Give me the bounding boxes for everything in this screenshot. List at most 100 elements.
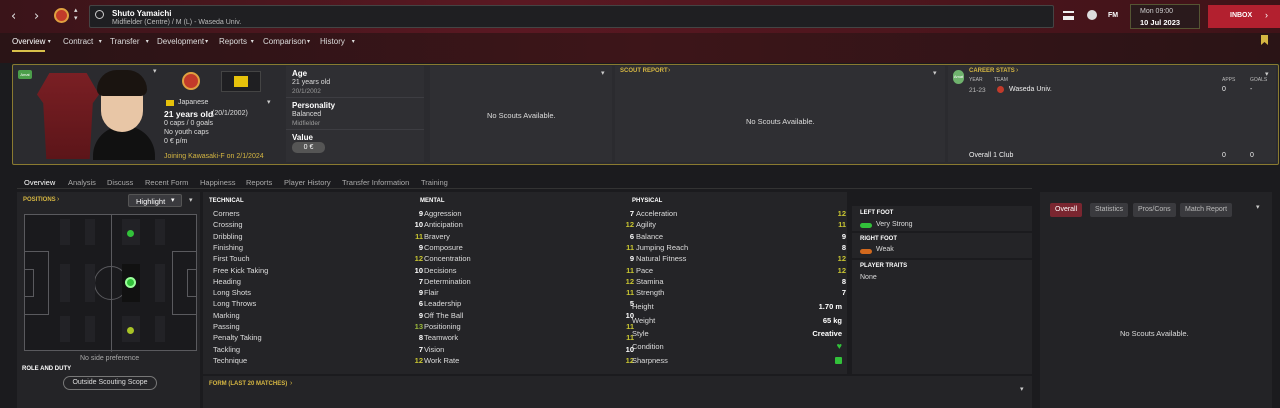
inbox-button[interactable]: INBOX ›	[1208, 5, 1280, 28]
highlight-dropdown[interactable]: Highlight ▾	[128, 194, 182, 207]
club-badge-icon[interactable]	[182, 72, 200, 90]
attr-row[interactable]: Off The Ball 10	[424, 311, 634, 322]
attr-row[interactable]: Decisions 11	[424, 266, 634, 277]
attr-row[interactable]: Agility 11	[636, 220, 846, 231]
attr-value: 11	[626, 265, 634, 275]
club-crest-icon[interactable]	[54, 8, 69, 23]
chevron-down-icon[interactable]: ▾	[267, 98, 271, 106]
outside-scope-button[interactable]: Outside Scouting Scope	[63, 376, 157, 390]
forward-icon[interactable]: ›	[34, 9, 39, 24]
future-club-badge-icon[interactable]	[221, 71, 261, 92]
attr-row[interactable]: Aggression 7	[424, 209, 634, 220]
chevron-right-icon: ›	[668, 67, 671, 74]
subtab-player-history[interactable]: Player History	[284, 178, 331, 187]
attr-row[interactable]: Stamina 8	[636, 277, 846, 288]
tab-overview[interactable]: Overview	[12, 37, 46, 52]
attr-row[interactable]: Bravery 6	[424, 232, 634, 243]
tab-pros-cons[interactable]: Pros/Cons	[1133, 203, 1176, 217]
col-year: YEAR	[969, 77, 983, 83]
attr-row[interactable]: Tackling 7	[213, 345, 423, 356]
chevron-down-icon[interactable]: ▾	[153, 67, 157, 75]
tab-reports[interactable]: Reports	[219, 37, 247, 46]
value-pill[interactable]: 0 €	[292, 142, 325, 153]
position-right-mid-dot[interactable]	[127, 327, 134, 334]
attr-row[interactable]: Corners 9	[213, 209, 423, 220]
chevron-down-icon[interactable]: ▾	[1256, 203, 1260, 211]
attr-row[interactable]: Acceleration 12	[636, 209, 846, 220]
fm-logo[interactable]: FM	[1108, 12, 1118, 19]
tab-comparison[interactable]: Comparison	[263, 37, 306, 46]
attr-name: Decisions	[424, 265, 457, 275]
subtab-training[interactable]: Training	[421, 178, 448, 187]
attr-row[interactable]: Jumping Reach 8	[636, 243, 846, 254]
subtab-discuss[interactable]: Discuss	[107, 178, 133, 187]
chevron-down-icon[interactable]: ▾	[933, 69, 937, 77]
joining-info[interactable]: Joining Kawasaki-F on 2/1/2024	[164, 153, 264, 160]
subtab-recent-form[interactable]: Recent Form	[145, 178, 188, 187]
position-left-mid-dot[interactable]	[127, 230, 134, 237]
menu-icon[interactable]	[1063, 11, 1074, 20]
attr-row[interactable]: Marking 9	[213, 311, 423, 322]
tab-statistics[interactable]: Statistics	[1090, 203, 1129, 217]
attr-row[interactable]: First Touch 12	[213, 254, 423, 265]
attr-row[interactable]: Finishing 9	[213, 243, 423, 254]
scout-report-title[interactable]: SCOUT REPORT	[620, 68, 668, 74]
subtab-happiness[interactable]: Happiness	[200, 178, 235, 187]
youth-caps: No youth caps	[164, 129, 209, 136]
ball-icon[interactable]	[1087, 10, 1097, 20]
form-title[interactable]: FORM (LAST 20 MATCHES)	[209, 381, 287, 387]
attr-row[interactable]: Technique 12	[213, 356, 423, 367]
attr-name: First Touch	[213, 254, 250, 264]
position-centre-mid-dot[interactable]	[125, 277, 136, 288]
attr-row[interactable]: Positioning 11	[424, 322, 634, 333]
attr-row[interactable]: Leadership 5	[424, 299, 634, 310]
subtab-analysis[interactable]: Analysis	[68, 178, 96, 187]
attr-row[interactable]: Long Throws 6	[213, 299, 423, 310]
tab-contract[interactable]: Contract	[63, 37, 93, 46]
right-foot-icon	[860, 249, 872, 254]
chevron-down-icon[interactable]: ▾	[601, 69, 605, 77]
player-search-bar[interactable]: Shuto Yamaichi Midfielder (Centre) / M (…	[89, 5, 1054, 28]
attr-value: 8	[841, 276, 846, 286]
career-team[interactable]: Waseda Univ.	[1009, 86, 1052, 93]
attr-row[interactable]: Balance 9	[636, 232, 846, 243]
style-value: Creative	[812, 329, 842, 338]
attr-name: Composure	[424, 242, 463, 252]
attr-row[interactable]: Strength 7	[636, 288, 846, 299]
subtab-transfer-information[interactable]: Transfer Information	[342, 178, 409, 187]
subtab-reports[interactable]: Reports	[246, 178, 272, 187]
attr-row[interactable]: Natural Fitness 12	[636, 254, 846, 265]
subtab-overview[interactable]: Overview	[24, 178, 55, 187]
tab-overall[interactable]: Overall	[1050, 203, 1083, 217]
tab-transfer[interactable]: Transfer	[110, 37, 140, 46]
attr-name: Balance	[636, 231, 664, 241]
date-box[interactable]: Mon 09:00 10 Jul 2023	[1130, 4, 1200, 29]
attr-value: 11	[415, 231, 423, 241]
attr-row[interactable]: Composure 11	[424, 243, 634, 254]
attr-row[interactable]: Long Shots 9	[213, 288, 423, 299]
attr-row[interactable]: Passing 13	[213, 322, 423, 333]
attr-row[interactable]: Work Rate 12	[424, 356, 634, 367]
back-icon[interactable]: ‹	[11, 9, 16, 24]
attr-row[interactable]: Crossing 10	[213, 220, 423, 231]
attr-row[interactable]: Heading 7	[213, 277, 423, 288]
chevron-down-icon[interactable]: ▾	[189, 196, 193, 204]
attr-row[interactable]: Anticipation 12	[424, 220, 634, 231]
attr-row[interactable]: Determination 12	[424, 277, 634, 288]
attr-row[interactable]: Free Kick Taking 10	[213, 266, 423, 277]
attr-row[interactable]: Concentration 9	[424, 254, 634, 265]
up-down-icon[interactable]: ▴ ▾	[74, 7, 78, 23]
attr-row[interactable]: Teamwork 11	[424, 333, 634, 344]
attr-row[interactable]: Flair 11	[424, 288, 634, 299]
tab-match-report[interactable]: Match Report	[1180, 203, 1233, 217]
scout-report-panel	[615, 66, 945, 162]
tab-development[interactable]: Development	[157, 37, 204, 46]
chevron-down-icon[interactable]: ▾	[1020, 385, 1024, 393]
tab-history[interactable]: History	[320, 37, 345, 46]
attr-row[interactable]: Vision 10	[424, 345, 634, 356]
career-stats-title[interactable]: CAREER STATS	[969, 68, 1015, 74]
attr-row[interactable]: Penalty Taking 8	[213, 333, 423, 344]
attr-row[interactable]: Dribbling 11	[213, 232, 423, 243]
positions-title[interactable]: POSITIONS	[23, 197, 56, 203]
attr-row[interactable]: Pace 12	[636, 266, 846, 277]
